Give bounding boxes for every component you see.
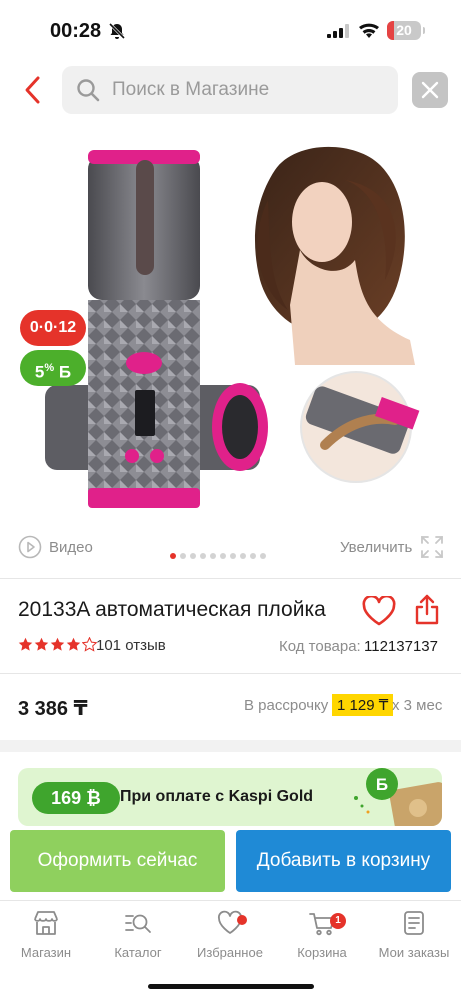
timer-badge: 0·0·12 <box>20 310 86 346</box>
add-to-cart-button[interactable]: Добавить в корзину <box>236 830 451 892</box>
tab-cart[interactable]: 1 Корзина <box>276 909 368 969</box>
promo-bonus-badge: 169 ₿ <box>32 782 120 814</box>
store-icon <box>34 911 58 935</box>
battery-percent: 20 <box>396 22 412 38</box>
tab-label: Избранное <box>197 945 263 960</box>
home-indicator <box>148 984 314 989</box>
section-separator <box>0 740 461 752</box>
status-time: 00:28 <box>50 20 102 42</box>
gallery-dot[interactable] <box>240 553 246 559</box>
share-icon[interactable] <box>414 594 440 626</box>
checkout-button[interactable]: Оформить сейчас <box>10 830 225 892</box>
search-icon <box>77 79 100 102</box>
rating-stars <box>18 637 97 652</box>
clear-search-button[interactable] <box>412 72 448 108</box>
gallery-dot[interactable] <box>250 553 256 559</box>
bell-off-icon <box>108 22 126 40</box>
tab-favorites[interactable]: Избранное <box>184 909 276 969</box>
search-placeholder: Поиск в Магазине <box>112 79 270 100</box>
play-icon <box>18 535 42 559</box>
sku-value: 112137137 <box>364 638 438 655</box>
reviews-link[interactable]: 101 отзыв <box>96 637 166 654</box>
orders-icon <box>404 911 424 935</box>
promo-text: При оплате с Kaspi Gold <box>120 788 314 805</box>
bonus-badge: 5% Б <box>20 350 86 386</box>
tab-label: Корзина <box>297 945 347 960</box>
gallery-dot[interactable] <box>210 553 216 559</box>
gallery-dot[interactable] <box>180 553 186 559</box>
battery-indicator: 20 <box>387 21 421 40</box>
zoom-button[interactable]: Увеличить <box>340 535 445 561</box>
status-bar: 00:28 20 <box>0 0 461 60</box>
product-price: 3 386 ₸ <box>18 698 88 720</box>
heart-icon[interactable] <box>362 596 396 626</box>
signal-icon <box>327 24 349 38</box>
star-filled-icon <box>66 637 81 651</box>
tab-label: Каталог <box>114 945 162 960</box>
gallery-dot[interactable] <box>260 553 266 559</box>
bonus-currency: Б <box>58 362 72 382</box>
video-label: Видео <box>49 539 93 556</box>
gallery-dot[interactable] <box>230 553 236 559</box>
gallery-pagination <box>170 553 266 561</box>
gallery-dot[interactable] <box>170 553 176 559</box>
installment-term: x 3 мес <box>392 697 443 714</box>
tab-label: Магазин <box>20 945 72 960</box>
tab-label: Мои заказы <box>378 945 450 960</box>
expand-icon <box>421 536 443 558</box>
bonus-percent: 5 <box>34 362 45 382</box>
tab-store[interactable]: Магазин <box>0 909 92 969</box>
divider <box>0 673 461 674</box>
cart-count-badge: 1 <box>330 913 346 929</box>
bonus-suffix: % <box>44 362 55 374</box>
battery-cap <box>423 27 425 34</box>
back-icon[interactable] <box>20 74 46 106</box>
installment-label: В рассрочку <box>244 697 329 714</box>
kaspi-gold-promo[interactable]: 169 ₿ При оплате с Kaspi Gold Б <box>18 768 442 826</box>
sku-label: Код товара: <box>279 638 361 655</box>
gallery-dot[interactable] <box>220 553 226 559</box>
notification-dot <box>237 915 247 925</box>
tab-orders[interactable]: Мои заказы <box>368 909 460 969</box>
star-filled-icon <box>34 637 49 651</box>
star-filled-icon <box>18 637 33 651</box>
kaspi-gold-card-icon: Б <box>354 768 442 826</box>
star-filled-icon <box>50 637 65 651</box>
zoom-label: Увеличить <box>340 539 413 556</box>
installment-amount[interactable]: 1 129 ₸ <box>332 694 394 716</box>
svg-text:Б: Б <box>376 775 388 794</box>
star-empty-icon <box>82 637 97 652</box>
product-title: 20133A автоматическая плойка <box>18 598 326 621</box>
close-icon <box>421 81 439 99</box>
divider <box>0 578 461 579</box>
wifi-icon <box>359 23 379 38</box>
search-input[interactable]: Поиск в Магазине <box>62 66 398 114</box>
gallery-dot[interactable] <box>200 553 206 559</box>
catalog-search-icon <box>125 914 151 933</box>
tab-catalog[interactable]: Каталог <box>92 909 184 969</box>
gallery-dot[interactable] <box>190 553 196 559</box>
